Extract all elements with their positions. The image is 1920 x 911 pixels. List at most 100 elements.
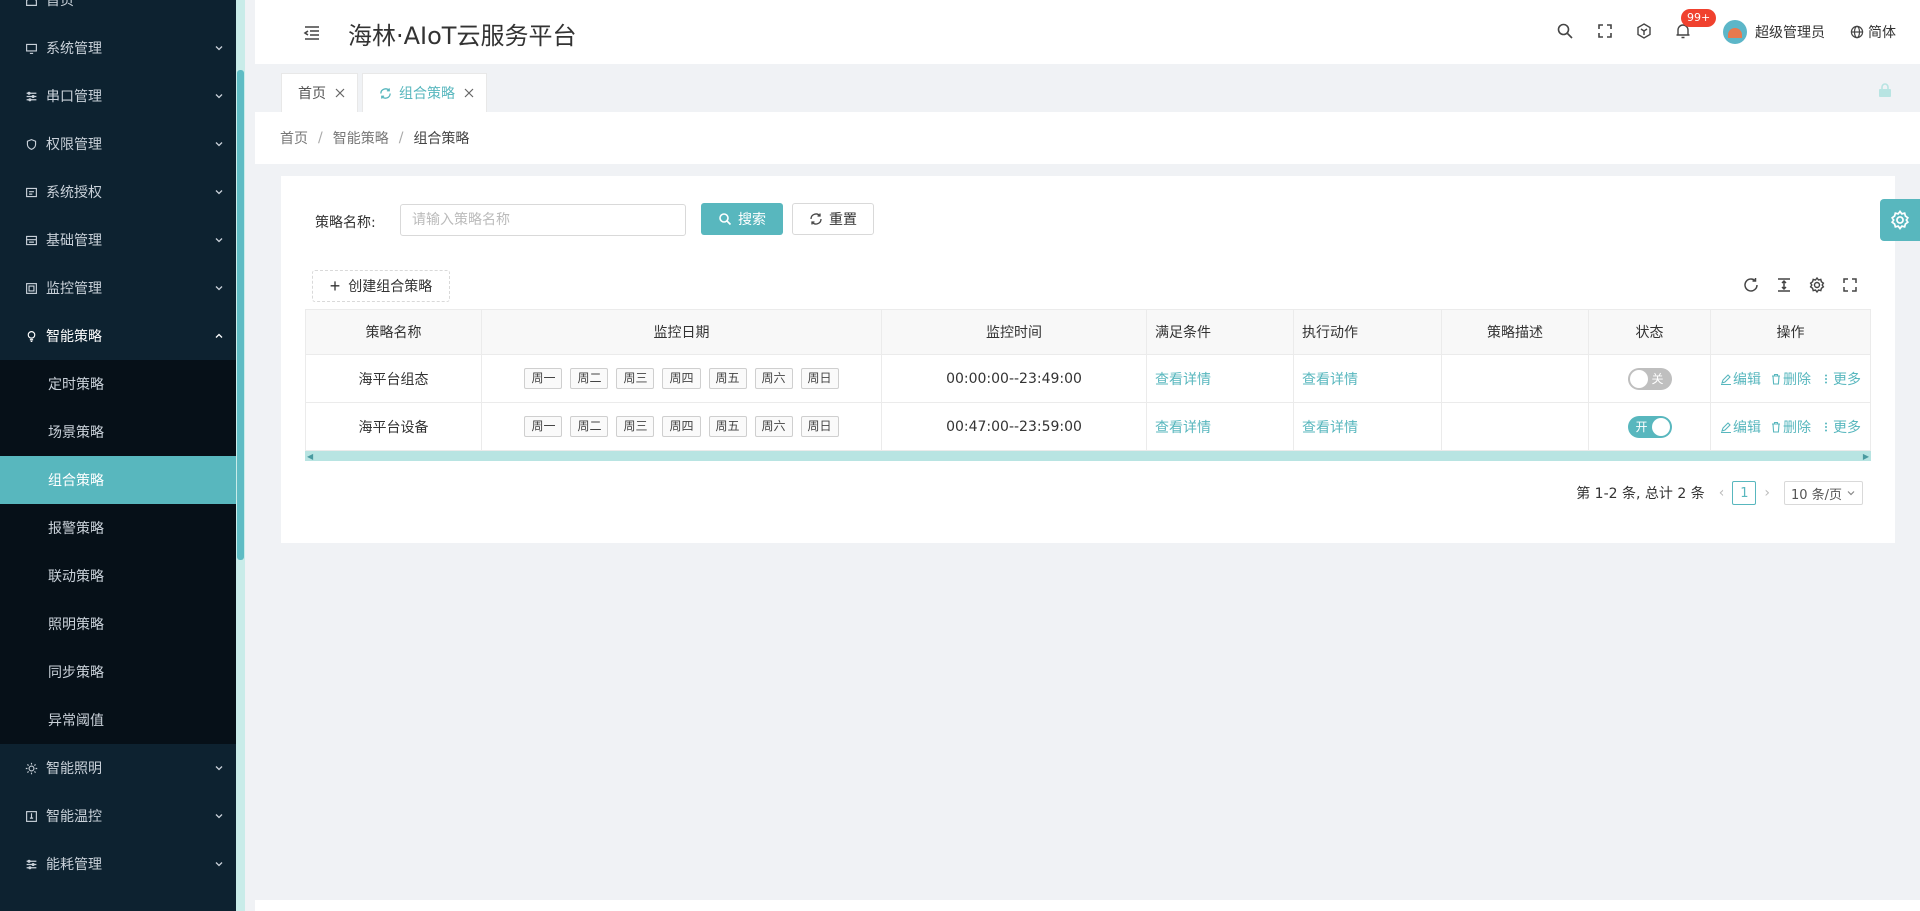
chevron-down-icon [1847,491,1855,496]
table-horizontal-scrollbar[interactable]: ◀ ▶ [305,451,1871,461]
sidebar-item-label: 系统授权 [46,185,102,201]
scroll-left-icon[interactable]: ◀ [307,452,313,461]
monitor-days-cell: 周一 周二 周三 周四 周五 周六 周日 [482,403,882,450]
condition-cell: 查看详情 [1147,355,1294,402]
sidebar-item-permission[interactable]: 权限管理 [0,120,245,168]
sidebar-item-label: 能耗管理 [46,857,102,873]
settings-icon[interactable] [1808,276,1826,294]
reset-button[interactable]: 重置 [792,203,874,235]
submenu-item-scene[interactable]: 场景策略 [0,408,245,456]
fullscreen-icon[interactable] [1841,276,1859,294]
avatar[interactable] [1723,20,1747,44]
submenu-item-lighting[interactable]: 照明策略 [0,600,245,648]
page-size-select[interactable]: 10 条/页 [1783,481,1863,505]
sidebar-item-label: 监控管理 [46,281,102,297]
sidebar-item-home[interactable]: 首页 [0,0,245,24]
thermo-icon [24,809,38,823]
sidebar-item-smart-lighting[interactable]: 智能照明 [0,744,245,792]
chevron-down-icon [215,286,223,291]
search-icon[interactable] [1556,22,1574,40]
day-tag: 周一 [524,416,563,437]
action-detail-link[interactable]: 查看详情 [1302,369,1358,389]
action-cell: 查看详情 [1294,355,1442,402]
search-icon [719,213,732,226]
pagination-summary: 第 1-2 条, 总计 2 条 [1576,486,1705,502]
submenu-item-linkage[interactable]: 联动策略 [0,552,245,600]
sidebar-item-strategy[interactable]: 智能策略 [0,312,245,360]
page-size-value: 10 条/页 [1790,487,1842,503]
sidebar-scrollbar-thumb[interactable] [237,70,244,560]
theme-settings-button[interactable] [1880,199,1920,241]
sliders-icon [24,89,38,103]
toggle-knob [1629,369,1648,388]
sidebar-scrollbar[interactable] [236,0,245,911]
delete-link[interactable]: 删除 [1770,417,1811,437]
status-toggle[interactable]: 开 [1627,415,1672,438]
more-link[interactable]: 更多 [1820,369,1861,389]
submenu-item-sync[interactable]: 同步策略 [0,648,245,696]
sidebar-item-smart-temp[interactable]: 智能温控 [0,792,245,840]
monitor-time-cell: 00:00:00--23:49:00 [882,355,1147,402]
column-header: 满足条件 [1147,310,1294,354]
operations-cell: 编辑 删除 更多 [1711,355,1871,402]
lock-icon[interactable] [1878,82,1892,98]
sidebar-item-energy[interactable]: 能耗管理 [0,840,245,888]
edit-icon [1721,421,1731,433]
page-number[interactable]: 1 [1732,481,1757,505]
operations-cell: 编辑 删除 更多 [1711,403,1871,450]
toggle-knob [1651,417,1670,436]
strategy-submenu: 定时策略 场景策略 组合策略 报警策略 联动策略 照明策略 同步策略 异常阈值 [0,360,245,744]
sidebar-item-monitor[interactable]: 监控管理 [0,264,245,312]
fullscreen-icon[interactable] [1596,22,1614,40]
edit-link[interactable]: 编辑 [1720,417,1761,437]
table-row: 海平台设备 周一 周二 周三 周四 周五 周六 周日 00:47:00--23:… [305,403,1871,451]
action-detail-link[interactable]: 查看详情 [1302,417,1358,437]
sidebar-item-label: 基础管理 [46,233,102,249]
description-cell [1442,355,1589,402]
delete-link[interactable]: 删除 [1770,369,1811,389]
edit-link[interactable]: 编辑 [1720,369,1761,389]
sidebar-item-label: 首页 [46,0,74,9]
monitor-icon [24,41,38,55]
submenu-item-threshold[interactable]: 异常阈值 [0,696,245,744]
day-tag: 周日 [800,368,839,389]
breadcrumb-item[interactable]: 智能策略 [333,128,389,148]
condition-detail-link[interactable]: 查看详情 [1155,369,1211,389]
more-link[interactable]: 更多 [1820,417,1861,437]
search-button[interactable]: 搜索 [701,203,783,235]
strategy-name-cell: 海平台组态 [305,355,482,402]
language-switch[interactable]: 简体 [1850,22,1896,42]
menu-fold-icon[interactable] [303,24,321,42]
breadcrumb-item[interactable]: 首页 [280,128,308,148]
language-label: 简体 [1868,25,1896,41]
globe-icon [1850,25,1864,39]
strategy-name-input[interactable] [400,204,686,236]
cube-icon[interactable] [1635,22,1653,40]
status-toggle[interactable]: 关 [1627,367,1672,390]
submenu-item-timed[interactable]: 定时策略 [0,360,245,408]
sidebar-item-license[interactable]: 系统授权 [0,168,245,216]
tab-home[interactable]: 首页 [281,73,358,112]
home-icon [24,0,38,7]
submenu-item-combo[interactable]: 组合策略 [0,456,245,504]
column-height-icon[interactable] [1775,276,1793,294]
reload-icon[interactable] [1742,276,1760,294]
close-icon[interactable] [335,88,345,98]
condition-detail-link[interactable]: 查看详情 [1155,417,1211,437]
prev-page-icon[interactable]: ‹ [1719,485,1725,501]
next-page-icon[interactable]: › [1764,485,1770,501]
sidebar-item-serial[interactable]: 串口管理 [0,72,245,120]
table-tools [1742,276,1859,294]
scroll-right-icon[interactable]: ▶ [1863,452,1869,461]
create-combo-strategy-button[interactable]: + 创建组合策略 [312,270,450,302]
username[interactable]: 超级管理员 [1755,22,1825,42]
monitor-days-cell: 周一 周二 周三 周四 周五 周六 周日 [482,355,882,402]
column-header: 监控时间 [882,310,1147,354]
day-tag: 周四 [662,368,701,389]
sidebar-item-basic[interactable]: 基础管理 [0,216,245,264]
tab-combo-strategy[interactable]: 组合策略 [362,73,487,112]
header: 海林·AIoT云服务平台 99+ 超级管理员 简体 [255,0,1920,64]
sidebar-item-system[interactable]: 系统管理 [0,24,245,72]
submenu-item-alarm[interactable]: 报警策略 [0,504,245,552]
close-icon[interactable] [464,88,474,98]
